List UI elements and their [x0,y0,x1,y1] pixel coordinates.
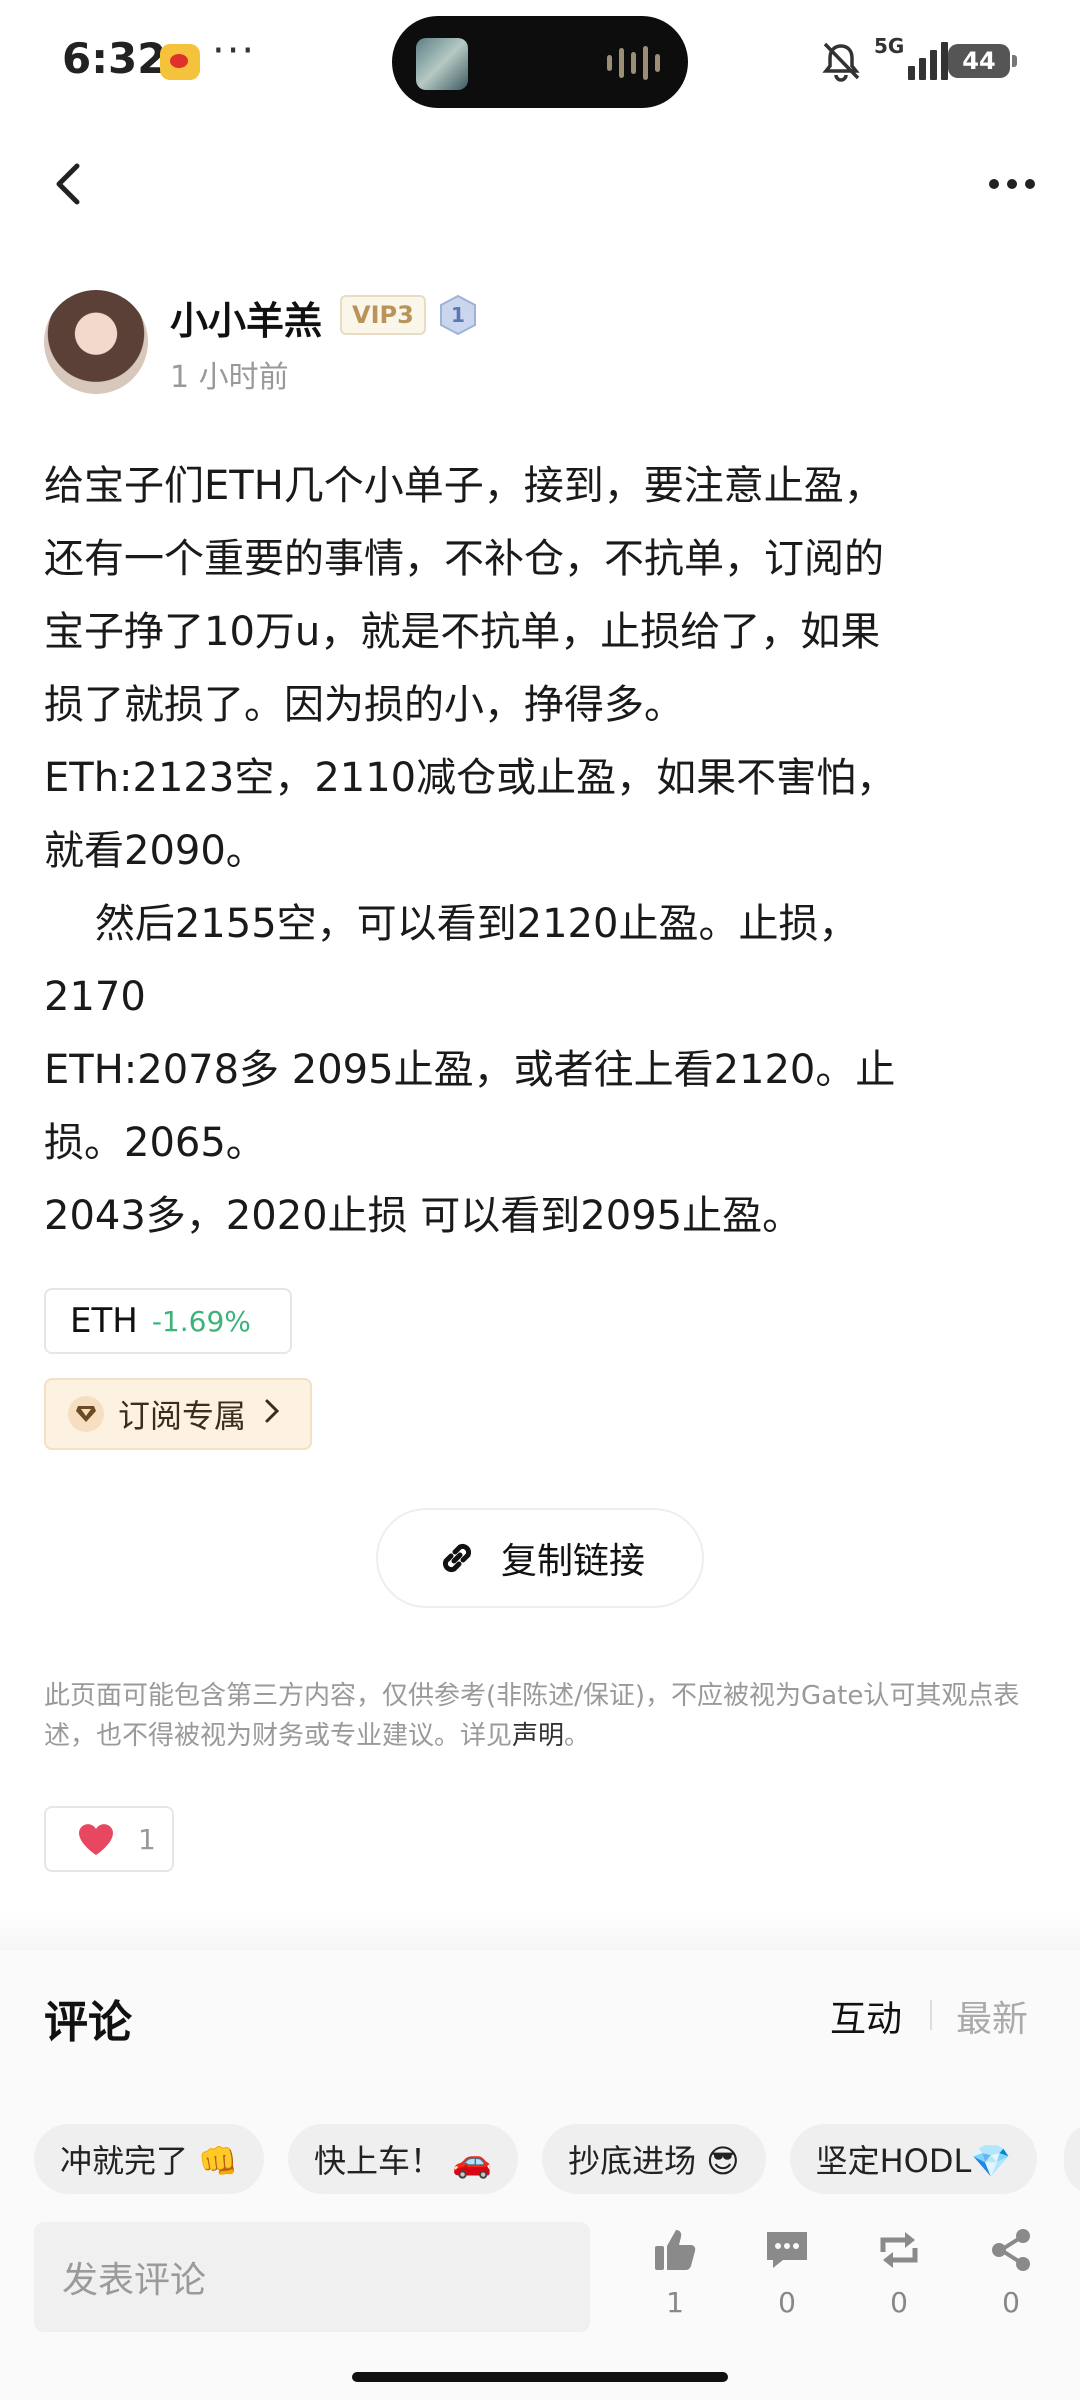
more-notifications-icon: ··· [212,28,257,74]
back-button[interactable] [40,156,96,212]
dot [989,179,999,189]
author-name[interactable]: 小小羊羔 [170,290,322,345]
mute-bell-icon [822,42,860,82]
comment-placeholder: 发表评论 [62,2260,207,2301]
copy-link-label: 复制链接 [500,1541,645,1582]
thumbs-up-icon [655,2230,696,2270]
token-change: -1.69% [151,1304,251,1338]
post-line: 损。2065。 [44,1120,266,1166]
battery-icon: 44 [948,44,1017,78]
share-action-button[interactable]: 0 [976,2226,1046,2336]
share-action-count: 0 [1002,2286,1020,2319]
quick-reply-row: 冲就完了 👊 快上车！ 🚗 抄底进场 😎 坚定HODL💎 [34,2124,1038,2194]
like-count: 1 [138,1822,156,1856]
chevron-right-icon [264,1397,280,1432]
media-thumbnail [416,38,468,90]
comments-title: 评论 [44,1997,132,2048]
post-time: 1 小时前 [170,360,289,395]
token-chip[interactable]: ETH -1.69% [44,1288,292,1354]
heart-like-button[interactable]: 1 [44,1806,174,1872]
signal-icon [908,40,948,80]
weibo-app-icon [160,44,200,80]
post-line: 还有一个重要的事情，不补仓，不抗单，订阅的 [44,536,884,582]
post-line: 给宝子们ETH几个小单子，接到，要注意止盈， [44,463,884,509]
repost-icon [880,2232,918,2268]
heart-icon [79,1824,113,1855]
quick-reply-chip[interactable]: 抄底进场 😎 [542,2124,766,2194]
diamond-icon [68,1396,104,1432]
like-action-count: 1 [666,2286,684,2319]
level-number: 1 [451,303,465,327]
post-line: 就看2090。 [44,828,266,874]
level-badge-icon: 1 [440,294,476,336]
avatar[interactable] [44,290,148,394]
network-type: 5G [874,34,905,58]
home-indicator[interactable] [352,2372,728,2382]
post-line: ETh:2123空，2110减仓或止盈，如果不害怕， [44,755,897,801]
quick-reply-chip[interactable]: 冲就完了 👊 [34,2124,265,2194]
post-line: 宝子挣了10万u，就是不抗单，止损给了，如果 [44,609,881,655]
repost-action-button[interactable]: 0 [864,2226,934,2336]
post-line: ETH:2078多 2095止盈，或者往上看2120。止 [44,1047,896,1093]
chevron-left-icon [56,163,80,205]
tab-latest[interactable]: 最新 [956,1990,1028,2042]
disclaimer: 此页面可能包含第三方内容，仅供参考(非陈述/保证)，不应被视为Gate认可其观点… [44,1676,1039,1756]
post-line: 损了就损了。因为损的小，挣得多。 [44,682,684,728]
comment-action-count: 0 [778,2286,796,2319]
link-icon [442,1543,472,1573]
comment-input[interactable]: 发表评论 [34,2222,590,2332]
comment-icon [767,2232,807,2268]
audio-visualizer-icon [607,46,660,80]
share-icon [992,2229,1030,2271]
dot [1007,179,1017,189]
post-line: 然后2155空，可以看到2120止盈。止损， [44,901,859,947]
quick-reply-chip[interactable]: 坚定HODL💎 [789,2124,1038,2194]
tab-divider [930,2000,932,2030]
token-symbol: ETH [70,1301,138,1341]
tab-interaction[interactable]: 互动 [830,1990,902,2042]
dot [1025,179,1035,189]
more-options-button[interactable] [980,158,1044,210]
subscription-exclusive-chip[interactable]: 订阅专属 [44,1378,312,1450]
post-line: 2170 [44,974,146,1020]
disclaimer-suffix: 。 [564,1721,591,1751]
repost-action-count: 0 [890,2286,908,2319]
post-body: 给宝子们ETH几个小单子，接到，要注意止盈， 还有一个重要的事情，不补仓，不抗单… [44,450,1034,1253]
copy-link-button[interactable]: 复制链接 [376,1508,704,1608]
subscription-label: 订阅专属 [118,1397,247,1435]
dynamic-island[interactable] [392,16,688,108]
disclaimer-link[interactable]: 声明 [512,1721,564,1751]
status-time: 6:32 [62,34,167,83]
vip-badge: VIP3 [340,295,426,335]
status-bar: 6:32 ··· 5G 44 [0,0,1080,120]
section-divider [0,1910,1080,1950]
comment-action-button[interactable]: 0 [752,2226,822,2336]
post-line: 2043多，2020止损 可以看到2095止盈。 [44,1193,803,1239]
quick-reply-chip[interactable]: 快上车！ 🚗 [288,2124,519,2194]
like-action-button[interactable]: 1 [640,2226,710,2336]
